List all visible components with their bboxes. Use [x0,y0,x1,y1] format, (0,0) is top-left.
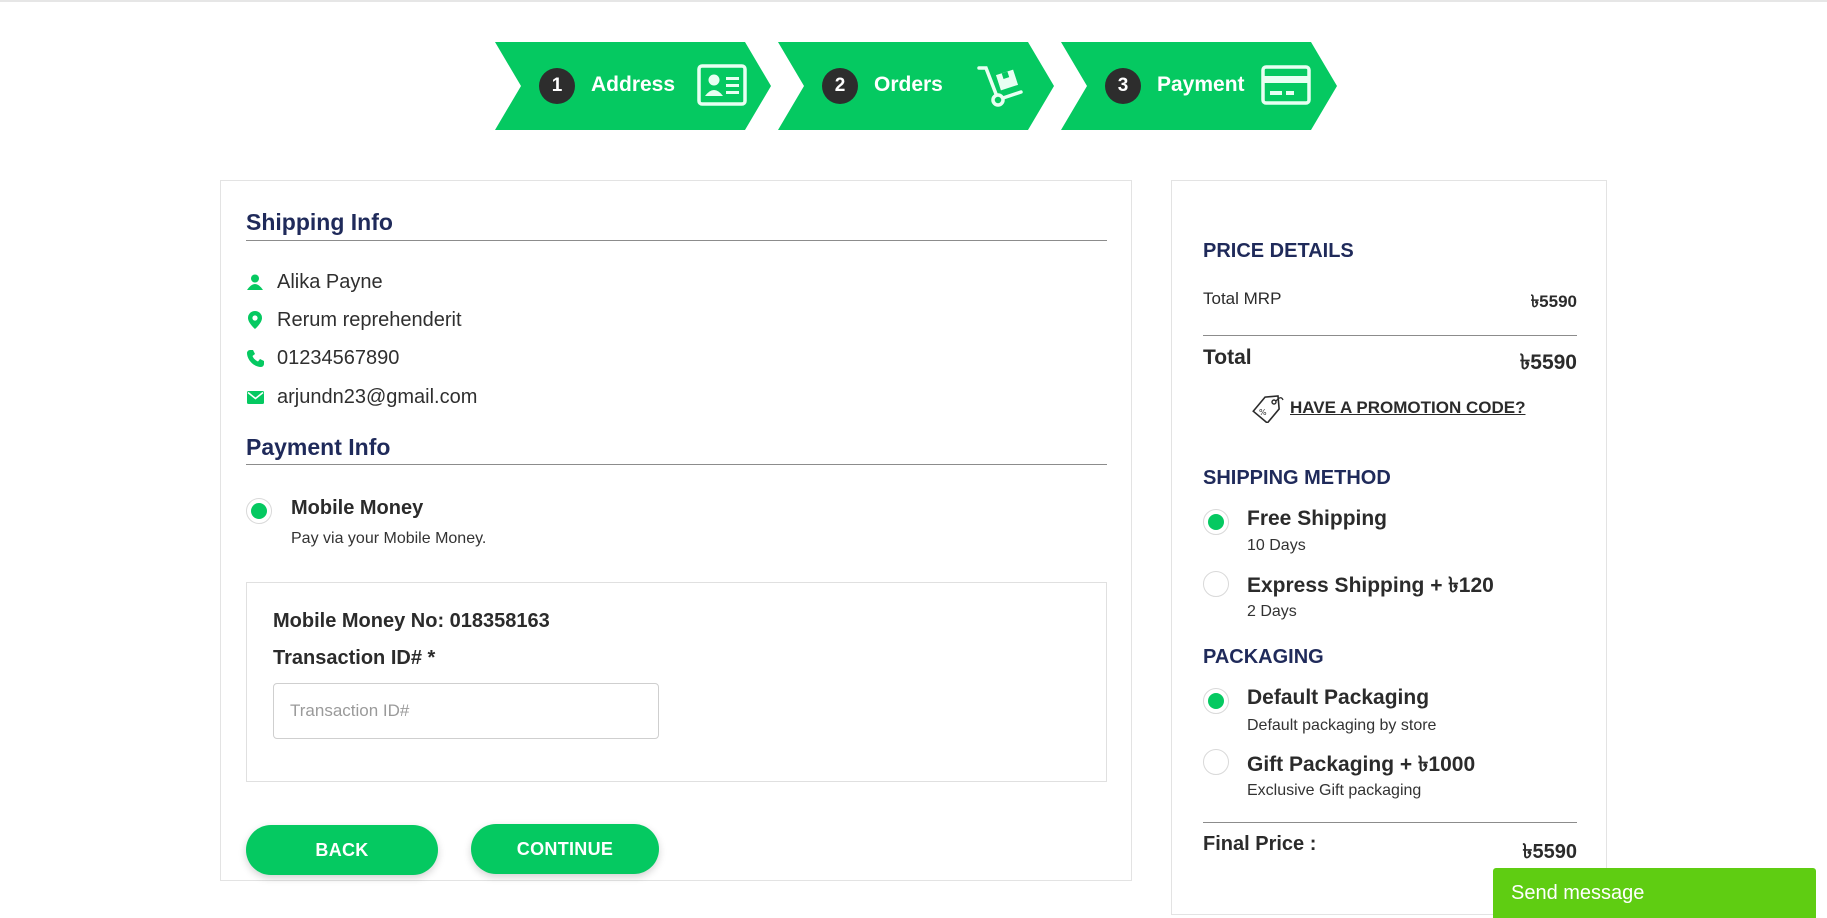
final-price-label: Final Price : [1203,833,1317,855]
total-row: Total ৳5590 [1203,346,1577,381]
total-value: ৳5590 [1519,351,1577,374]
order-summary-card: PRICE DETAILS Total MRP ৳5590 Total ৳559… [1171,180,1607,915]
envelope-icon [246,388,264,406]
total-label: Total [1203,346,1252,369]
divider [1203,822,1577,823]
user-icon [246,273,264,291]
step-orders[interactable]: 2 Orders [778,42,1054,130]
express-shipping-radio[interactable] [1203,571,1229,597]
credit-card-icon [1261,65,1311,105]
shipping-name-row: Alika Payne [246,269,383,295]
packaging-option-sub: Default packaging by store [1247,717,1437,734]
shipping-email: arjundn23@gmail.com [277,385,478,408]
shipping-phone-row: 01234567890 [246,345,399,371]
shipping-option-title: Express Shipping + ৳120 [1247,574,1494,597]
payment-info-title: Payment Info [246,434,391,460]
divider [1203,335,1577,336]
final-price-row: Final Price : ৳5590 [1203,833,1577,870]
phone-icon [246,349,264,367]
shipping-address-row: Rerum reprehenderit [246,307,462,333]
packaging-title: PACKAGING [1203,646,1324,668]
divider [246,240,1107,241]
free-shipping-radio[interactable] [1203,509,1229,535]
step-label: Payment [1157,73,1245,96]
back-button[interactable]: BACK [246,825,438,875]
divider [246,464,1107,465]
step-number: 3 [1105,68,1141,104]
step-address[interactable]: 1 Address [495,42,771,130]
promotion-code-text: HAVE A PROMOTION CODE? [1290,398,1526,417]
shipping-option-title: Free Shipping [1247,507,1388,530]
promotion-code-link[interactable]: % HAVE A PROMOTION CODE? [1250,393,1526,423]
shipping-option-sub: 10 Days [1247,537,1306,554]
shipping-method-title: SHIPPING METHOD [1203,467,1391,489]
step-number: 1 [539,68,575,104]
checkout-steps: 1 Address 2 Orders 3 Payment [495,42,1337,130]
final-price-value: ৳5590 [1522,841,1577,863]
mobile-money-number: Mobile Money No: 018358163 [273,610,550,632]
svg-text:%: % [1259,408,1267,417]
shipping-address: Rerum reprehenderit [277,308,462,331]
transaction-id-input[interactable] [273,683,659,739]
shipping-info-title: Shipping Info [246,209,393,235]
packaging-option-title: Gift Packaging + ৳1000 [1247,753,1476,776]
map-pin-icon [246,311,264,329]
mobile-money-panel: Mobile Money No: 018358163 Transaction I… [246,582,1107,782]
checkout-form-card: Shipping Info Alika Payne Rerum reprehen… [220,180,1132,881]
contact-card-icon [697,64,747,106]
shipping-name: Alika Payne [277,270,383,293]
gift-packaging-radio[interactable] [1203,749,1229,775]
shipping-email-row: arjundn23@gmail.com [246,384,477,410]
step-payment[interactable]: 3 Payment [1061,42,1337,130]
price-tag-icon: % [1252,395,1284,423]
default-packaging-radio[interactable] [1203,688,1229,714]
total-mrp-label: Total MRP [1203,289,1282,308]
price-details-title: PRICE DETAILS [1203,240,1354,262]
continue-button[interactable]: CONTINUE [471,824,659,874]
shipping-option-sub: 2 Days [1247,603,1297,620]
packaging-option-sub: Exclusive Gift packaging [1247,782,1422,799]
top-divider [0,0,1827,2]
step-label: Address [591,73,676,96]
payment-method-description: Pay via your Mobile Money. [291,530,487,547]
step-number: 2 [822,68,858,104]
step-label: Orders [874,73,943,96]
mobile-money-radio[interactable] [246,498,272,524]
shipping-phone: 01234567890 [277,346,400,369]
transaction-id-label: Transaction ID# * [273,647,436,669]
send-message-chat-button[interactable]: Send message [1493,868,1816,918]
packaging-option-title: Default Packaging [1247,686,1430,709]
hand-truck-icon [977,66,1023,107]
total-mrp-row: Total MRP ৳5590 [1203,289,1577,317]
payment-method-title: Mobile Money [291,497,424,519]
total-mrp-value: ৳5590 [1530,292,1577,311]
